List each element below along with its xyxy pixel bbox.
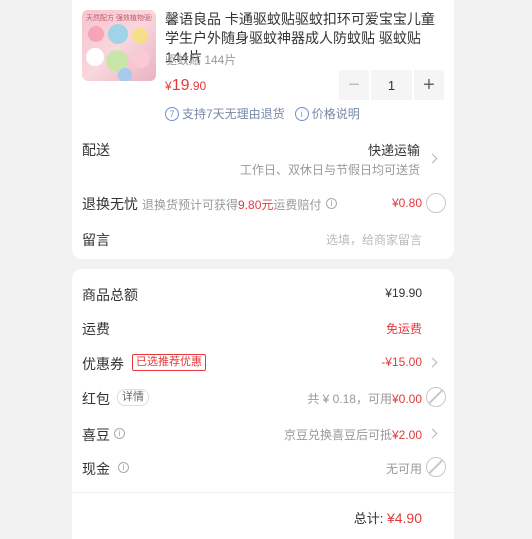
- seven-day-return-icon: 7: [165, 106, 179, 121]
- service-guarantee: 7 支持7天无理由退货 i 价格说明: [165, 105, 360, 122]
- sticker-graphic: [86, 48, 104, 66]
- total-label: 总计:: [353, 511, 384, 526]
- redpacket-label: 红包: [82, 391, 110, 407]
- quantity-input[interactable]: 1: [371, 70, 412, 100]
- sticker-graphic: [118, 68, 132, 81]
- product-card: 天然配方 强效植物驱蚊 馨语良品 卡通驱蚊贴驱蚊扣环可爱宝宝儿童学生户外随身驱蚊…: [72, 0, 454, 259]
- delivery-label: 配送: [82, 142, 110, 158]
- product-price: ¥19.90: [165, 77, 206, 95]
- return-insurance-amount: 9.80元: [238, 198, 274, 212]
- sticker-graphic: [88, 26, 104, 42]
- shipping-label: 运费: [82, 321, 110, 337]
- order-summary-card: 商品总额 ¥19.90 运费 免运费 优惠券 已选推荐优惠 -¥15.00 红包…: [72, 269, 454, 539]
- beans-info-text: 京豆兑换喜豆后可抵: [283, 428, 392, 442]
- chevron-right-icon[interactable]: [427, 357, 438, 368]
- info-icon: i: [294, 106, 309, 121]
- product-spec: 驱蚊贴 144片: [165, 53, 237, 67]
- delivery-method[interactable]: 快递运输: [368, 140, 420, 159]
- divider: [72, 492, 454, 493]
- cash-info: 无可用: [385, 462, 422, 476]
- goods-total-value: ¥19.90: [385, 286, 422, 300]
- message-input[interactable]: 选填，给商家留言: [326, 231, 422, 248]
- price-integer: 19: [171, 77, 190, 94]
- delivery-detail[interactable]: 工作日、双休日与节假日均可送货: [240, 161, 420, 178]
- chevron-right-icon[interactable]: [427, 153, 438, 164]
- sticker-graphic: [108, 24, 128, 44]
- info-icon[interactable]: i: [114, 428, 125, 439]
- goods-total-label: 商品总额: [82, 287, 138, 303]
- coupon-label: 优惠券: [82, 356, 124, 372]
- sticker-graphic: [132, 28, 148, 44]
- quantity-decrease-button[interactable]: −: [339, 70, 369, 100]
- return-insurance-price: ¥0.80: [391, 196, 422, 210]
- total-value: ¥4.90: [386, 510, 422, 526]
- return-insurance-desc: 退换货预计可获得9.80元运费赔付: [142, 196, 321, 213]
- price-decimal: .90: [189, 79, 207, 93]
- redpacket-info-text: 共 ¥ 0.18，可用: [307, 392, 392, 406]
- info-icon[interactable]: i: [326, 198, 337, 209]
- redpacket-detail-button[interactable]: 详情: [117, 389, 149, 406]
- price-note-link[interactable]: 价格说明: [312, 105, 360, 122]
- beans-label: 喜豆: [82, 427, 110, 443]
- sticker-graphic: [132, 50, 150, 68]
- return-insurance-desc-prefix: 退换货预计可获得: [142, 198, 239, 212]
- quantity-increase-button[interactable]: +: [414, 70, 444, 100]
- cash-disabled-icon: [426, 457, 446, 477]
- redpacket-disabled-icon: [426, 387, 446, 407]
- price-currency: ¥: [165, 79, 172, 93]
- quantity-stepper: − 1 +: [339, 70, 444, 100]
- return-insurance-label: 退换无忧: [82, 196, 138, 212]
- redpacket-value: ¥0.00: [391, 392, 422, 406]
- return-policy-text[interactable]: 支持7天无理由退货: [182, 105, 285, 122]
- return-insurance-checkbox[interactable]: [426, 193, 446, 213]
- cash-label: 现金: [82, 461, 110, 477]
- chevron-right-icon[interactable]: [427, 428, 438, 439]
- coupon-tag: 已选推荐优惠: [132, 354, 206, 371]
- beans-info[interactable]: 京豆兑换喜豆后可抵¥2.00: [284, 426, 422, 443]
- info-icon[interactable]: i: [118, 462, 129, 473]
- coupon-value[interactable]: -¥15.00: [381, 355, 422, 369]
- beans-value: ¥2.00: [391, 428, 422, 442]
- return-insurance-desc-suffix: 运费赔付: [273, 198, 322, 212]
- total-row: 总计: ¥4.90: [354, 508, 422, 527]
- shipping-value: 免运费: [385, 322, 422, 336]
- message-label: 留言: [82, 232, 110, 248]
- redpacket-info: 共 ¥ 0.18，可用¥0.00: [307, 390, 422, 407]
- thumbnail-caption: 天然配方 强效植物驱蚊: [86, 15, 152, 22]
- product-thumbnail[interactable]: 天然配方 强效植物驱蚊: [82, 10, 156, 81]
